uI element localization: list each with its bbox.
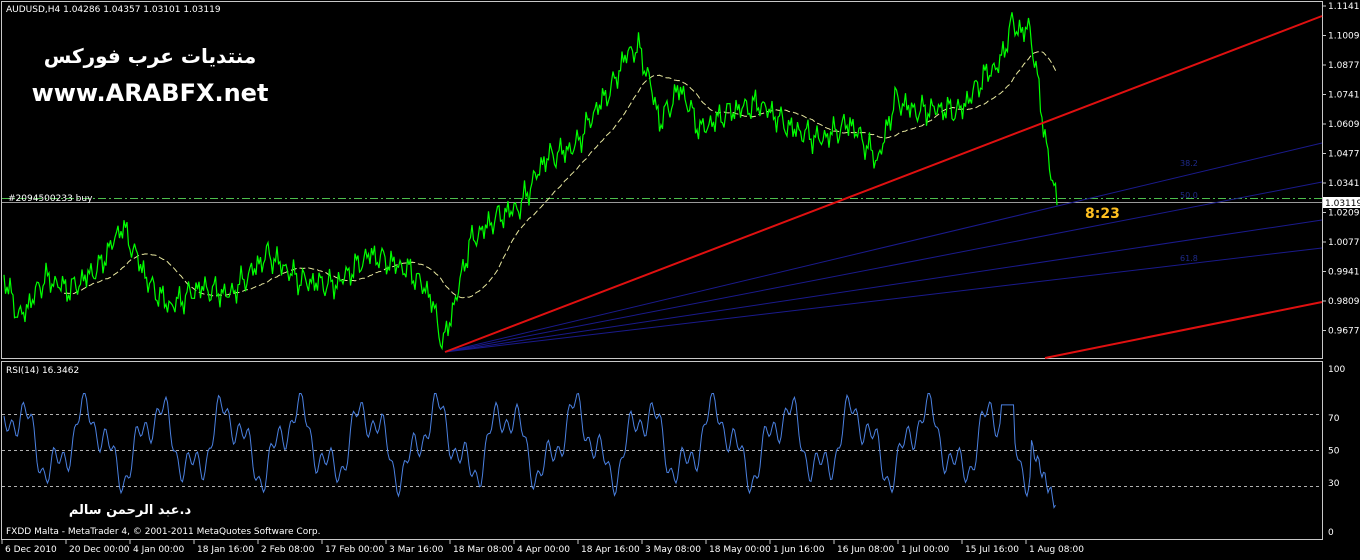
price-tick-label: 1.03410 — [1328, 179, 1360, 189]
price-tick-label: 1.11410 — [1328, 2, 1360, 12]
time-tick-label: 4 Jan 00:00 — [133, 545, 185, 555]
time-tick-label: 15 Jul 16:00 — [965, 545, 1019, 555]
time-tick-label: 18 Mar 08:00 — [453, 545, 513, 555]
copyright-text: FXDD Malta - MetaTrader 4, © 2001-2011 M… — [6, 527, 321, 537]
time-tick-label: 2 Feb 08:00 — [261, 545, 315, 555]
price-tick-label: 0.96770 — [1328, 327, 1360, 337]
price-tick-label: 1.00770 — [1328, 238, 1360, 248]
time-axis[interactable]: 6 Dec 2010 20 Dec 00:00 4 Jan 00:00 18 Jan … — [1, 540, 1084, 555]
price-axis[interactable]: 1.11410 1.10090 1.08770 1.07410 1.06090 1.047… — [1322, 2, 1360, 337]
time-tick-label: 3 Mar 16:00 — [389, 545, 444, 555]
watermark-url: www.ARABFX.net — [32, 79, 269, 107]
rsi-tick-label: 30 — [1328, 479, 1340, 489]
chart-header: AUDUSD,H4 1.04286 1.04357 1.03101 1.0311… — [6, 5, 221, 15]
author-signature: د.عبد الرحمن سالم — [69, 503, 192, 518]
fib-label-50: 50.0 — [1180, 191, 1198, 200]
rsi-tick-label: 70 — [1328, 414, 1340, 424]
price-tick-label: 1.08770 — [1328, 61, 1360, 71]
price-tick-label: 1.10090 — [1328, 32, 1360, 42]
fib-label-61: 61.8 — [1180, 254, 1198, 263]
time-tick-label: 17 Feb 00:00 — [325, 545, 384, 555]
time-tick-label: 1 Jul 00:00 — [901, 545, 950, 555]
time-tick-label: 18 Jan 16:00 — [197, 545, 254, 555]
time-tick-label: 20 Dec 00:00 — [69, 545, 130, 555]
rsi-header: RSI(14) 16.3462 — [6, 366, 79, 376]
time-tick-label: 6 Dec 2010 — [5, 545, 57, 555]
time-tick-label: 1 Aug 08:00 — [1029, 545, 1084, 555]
watermark-arabic: منتديات عرب فوركس — [44, 44, 257, 68]
time-tick-label: 3 May 08:00 — [645, 545, 701, 555]
rsi-tick-label: 0 — [1328, 528, 1334, 538]
time-tick-label: 16 Jun 08:00 — [837, 545, 894, 555]
time-tick-label: 18 Apr 16:00 — [581, 545, 640, 555]
price-tick-label: 1.07410 — [1328, 91, 1360, 101]
price-tick-label: 0.98090 — [1328, 297, 1360, 307]
price-tick-label: 1.06090 — [1328, 120, 1360, 130]
bar-countdown: 8:23 — [1085, 206, 1120, 222]
rsi-tick-label: 50 — [1328, 447, 1340, 457]
time-tick-label: 4 Apr 00:00 — [517, 545, 570, 555]
price-tick-label: 1.04770 — [1328, 150, 1360, 160]
fib-label-38: 38.2 — [1180, 159, 1198, 168]
order-label: #2094500233 buy — [8, 194, 93, 204]
time-tick-label: 18 May 00:00 — [709, 545, 771, 555]
current-price-tag: 1.03119 — [1325, 199, 1360, 209]
metatrader-chart-window[interactable]: 38.2 50.0 61.8 AUDUSD,H4 1.04286 1.04357… — [0, 0, 1360, 556]
rsi-axis[interactable]: 100 70 50 30 0 — [1328, 365, 1345, 538]
rsi-tick-label: 100 — [1328, 365, 1345, 375]
time-tick-label: 1 Jun 16:00 — [773, 545, 825, 555]
price-tick-label: 1.02090 — [1328, 209, 1360, 219]
price-tick-label: 0.99410 — [1328, 268, 1360, 278]
